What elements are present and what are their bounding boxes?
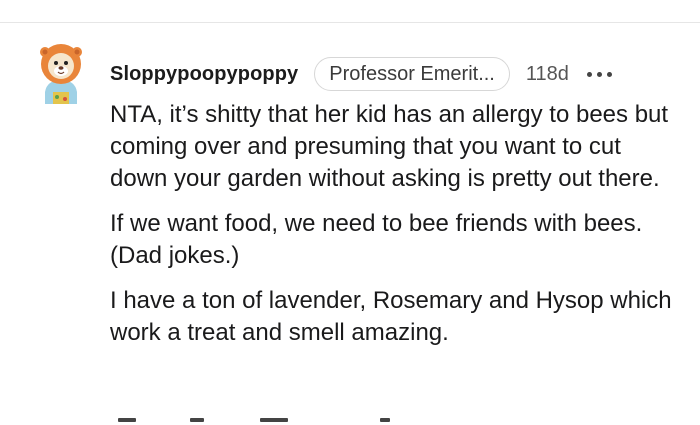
comment-body: NTA, it’s shitty that her kid has an all…	[110, 99, 680, 362]
comment-paragraph: If we want food, we need to bee friends …	[110, 210, 643, 269]
comment-paragraph: I have a ton of lavender, Rosemary and H…	[110, 287, 672, 346]
award-icon[interactable]	[380, 418, 390, 422]
dot	[606, 71, 612, 77]
downvote-icon[interactable]	[190, 418, 204, 422]
user-flair-badge[interactable]: Professor Emerit...	[314, 57, 510, 91]
comment-age: 118d	[525, 62, 569, 85]
more-dots-icon[interactable]	[586, 64, 612, 84]
comment-action-bar	[110, 418, 510, 425]
top-divider	[0, 22, 700, 23]
dot	[596, 71, 602, 77]
comment-paragraph: NTA, it’s shitty that her kid has an all…	[110, 101, 669, 192]
comment-header: Sloppypoopypoppy Professor Emerit... 118…	[110, 55, 612, 93]
user-avatar-icon[interactable]	[33, 40, 89, 104]
dot	[586, 71, 592, 77]
upvote-icon[interactable]	[118, 418, 136, 422]
reply-icon[interactable]	[260, 418, 288, 422]
comment-screen: Sloppypoopypoppy Professor Emerit... 118…	[0, 0, 700, 425]
username-link[interactable]: Sloppypoopypoppy	[110, 63, 298, 86]
